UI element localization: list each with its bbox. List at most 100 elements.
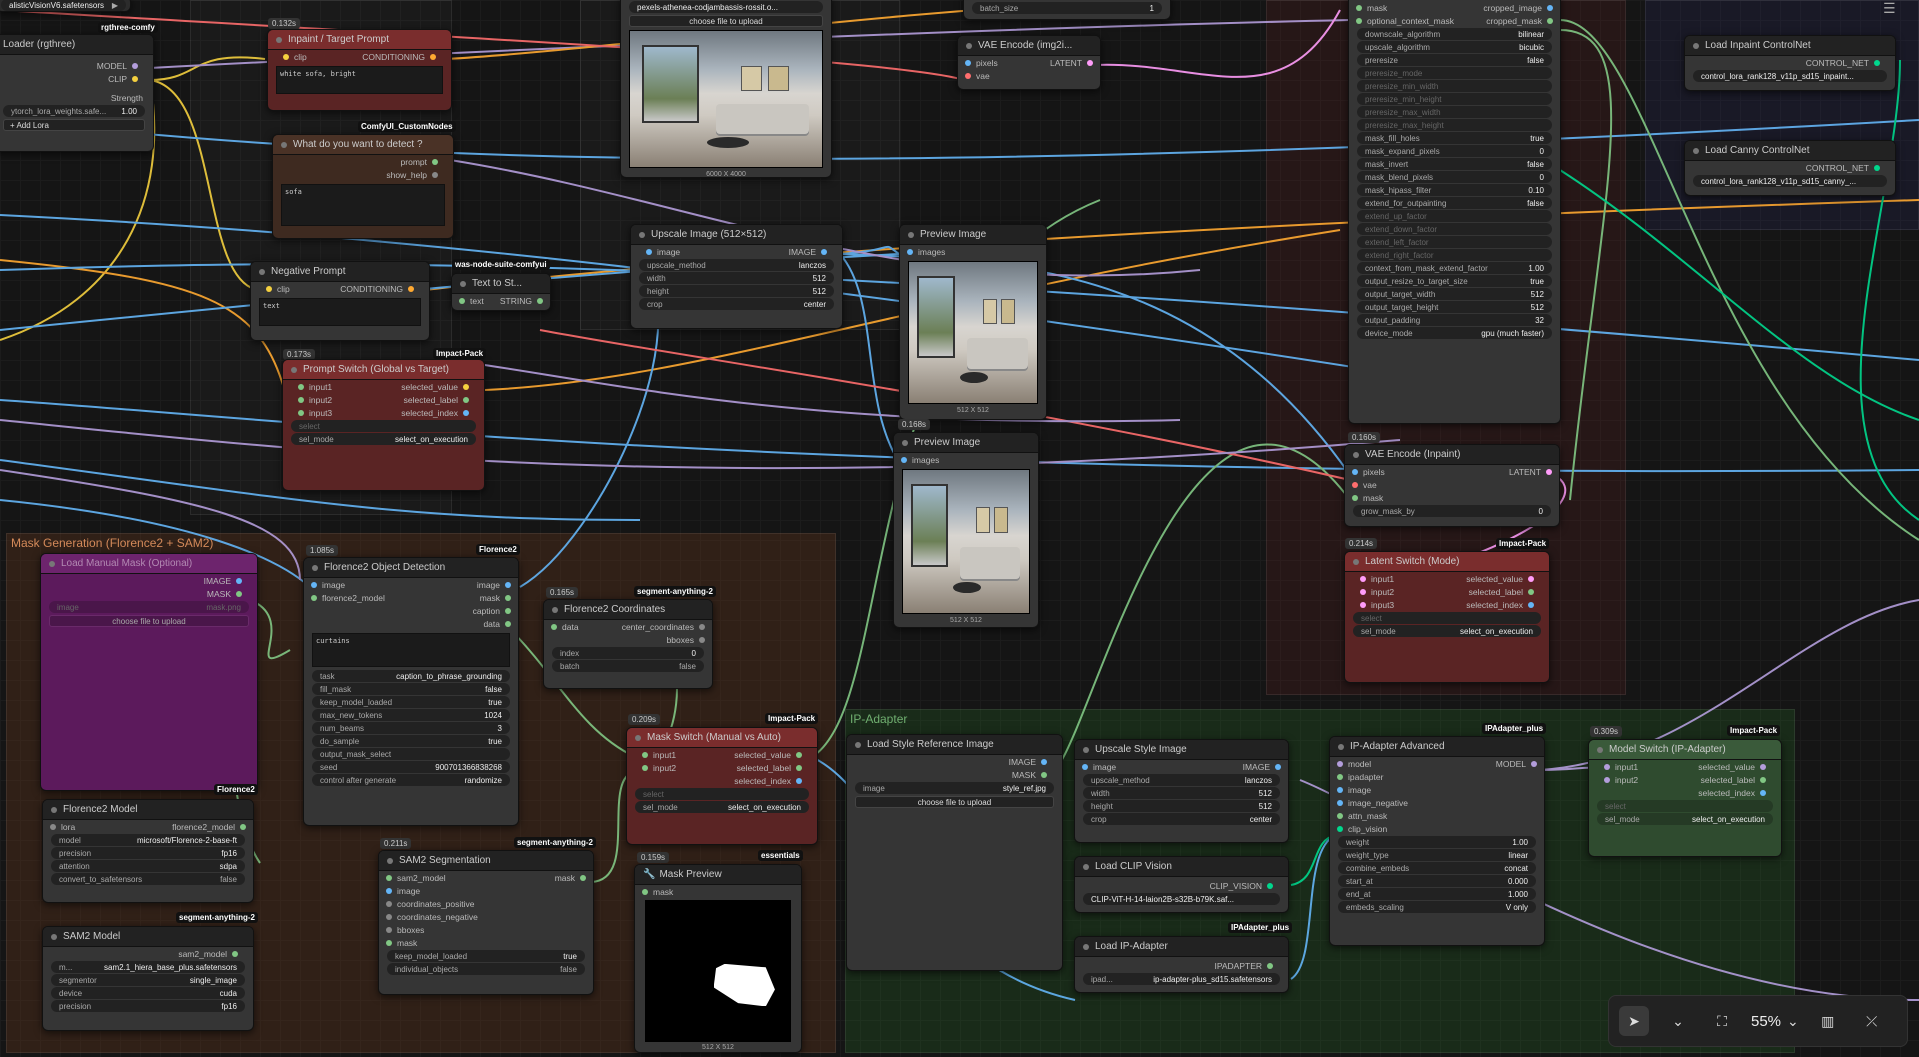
output-socket[interactable] [505, 620, 511, 627]
index-widget[interactable]: index 0 [552, 647, 704, 659]
florence2-model-node[interactable]: Florence2 Model lora florence2_model mode… [42, 799, 254, 903]
input-socket[interactable] [386, 939, 392, 946]
widget-control-after-generate[interactable]: control after generate randomize [312, 774, 510, 786]
node-title[interactable]: Loader (rgthree) [0, 35, 153, 55]
node-title[interactable]: Load Canny ControlNet [1685, 141, 1895, 161]
widget-combine-embeds[interactable]: combine_embeds concat [1338, 862, 1536, 874]
load-clip-vision-node[interactable]: Load CLIP Vision CLIP_VISION CLIP-ViT-H-… [1074, 856, 1289, 913]
widget-weight-type[interactable]: weight_type linear [1338, 849, 1536, 861]
canny-controlnet-node[interactable]: Load Canny ControlNet CONTROL_NET contro… [1684, 140, 1896, 196]
widget-seed[interactable]: seed 900701366838268 [312, 761, 510, 773]
widget-mask-hipass-filter[interactable]: mask_hipass_filter 0.10 [1357, 184, 1552, 196]
batch-size-widget[interactable]: batch_size 1 [972, 2, 1162, 14]
load-manual-mask-node[interactable]: Load Manual Mask (Optional) IMAGE MASK i… [40, 553, 258, 791]
load-image-node[interactable]: pexels-athenea-codjambassis-rossit.o... … [620, 0, 832, 178]
sel-mode-widget[interactable]: sel_mode select_on_execution [635, 801, 809, 813]
output-socket[interactable] [699, 636, 705, 643]
checkpoint-widget[interactable]: alisticVisionV6.safetensors ▶ [0, 0, 131, 12]
widget-extend-right-factor[interactable]: extend_right_factor [1357, 249, 1552, 261]
node-title[interactable]: 🔧 Mask Preview [635, 865, 801, 885]
ipadapter-file-widget[interactable]: ipad... ip-adapter-plus_sd15.safetensors [1083, 973, 1280, 985]
preview-image-node-2[interactable]: Preview Image images 512 X 512 [893, 432, 1039, 628]
node-title[interactable]: What do you want to detect ? [273, 135, 453, 155]
widget-context-from-mask-extend-factor[interactable]: context_from_mask_extend_factor 1.00 [1357, 262, 1552, 274]
prompt-switch-node[interactable]: Prompt Switch (Global vs Target) input1 s… [282, 359, 485, 491]
toggle-links-button[interactable]: ⤫ [1857, 1006, 1887, 1036]
model-widget[interactable]: m... sam2.1_hiera_base_plus.safetensors [51, 961, 245, 973]
node-title[interactable]: Load CLIP Vision [1075, 857, 1288, 877]
text-to-string-node[interactable]: Text to St... text STRING [451, 273, 551, 311]
select-widget[interactable]: select [1597, 800, 1773, 812]
select-widget[interactable]: select [291, 420, 476, 432]
node-title[interactable]: Prompt Switch (Global vs Target) [283, 360, 484, 380]
output-socket[interactable] [796, 751, 802, 758]
vae-encode-inpaint-node[interactable]: VAE Encode (Inpaint) pixels LATENT vae ma… [1344, 444, 1560, 527]
output-socket[interactable] [796, 764, 802, 771]
output-socket[interactable] [463, 383, 469, 390]
input-socket[interactable] [386, 913, 392, 920]
upscale-style-image-node[interactable]: Upscale Style Image image IMAGE upscale_m… [1074, 739, 1289, 843]
output-socket[interactable] [132, 75, 138, 82]
sel-mode-widget[interactable]: sel_mode select_on_execution [1597, 813, 1773, 825]
output-socket[interactable] [1547, 17, 1553, 24]
detect-textarea[interactable]: sofa [281, 184, 445, 226]
widget-preresize-min-height[interactable]: preresize_min_height [1357, 93, 1552, 105]
input-socket[interactable] [1337, 760, 1343, 767]
input-socket[interactable] [907, 248, 913, 255]
node-title[interactable]: Florence2 Coordinates [544, 600, 712, 620]
load-style-reference-node[interactable]: Load Style Reference Image IMAGE MASK im… [846, 734, 1063, 971]
input-socket[interactable] [266, 285, 272, 292]
input-socket[interactable] [1360, 588, 1366, 595]
mask-switch-node[interactable]: Mask Switch (Manual vs Auto) input1 selec… [626, 727, 818, 845]
menu-icon[interactable]: ☰ [1883, 0, 1896, 17]
node-title[interactable]: Negative Prompt [251, 262, 429, 282]
widget-task[interactable]: task caption_to_phrase_grounding [312, 670, 510, 682]
latent-switch-node[interactable]: Latent Switch (Mode) input1 selected_valu… [1344, 551, 1550, 683]
output-socket[interactable] [463, 409, 469, 416]
sel-mode-widget[interactable]: sel_mode select_on_execution [1353, 625, 1541, 637]
batch-widget[interactable]: batch false [552, 660, 704, 672]
input-socket[interactable] [311, 581, 317, 588]
output-socket[interactable] [1275, 763, 1281, 770]
negative-prompt-node[interactable]: Negative Prompt clip CONDITIONING text [250, 261, 430, 341]
input-socket[interactable] [1337, 786, 1343, 793]
node-title[interactable]: Florence2 Model [43, 800, 253, 820]
node-title[interactable]: Inpaint / Target Prompt [268, 30, 451, 50]
output-socket[interactable] [232, 950, 238, 957]
input-socket[interactable] [642, 751, 648, 758]
vae-encode-node[interactable]: VAE Encode (img2i... pixels LATENT vae [957, 35, 1101, 90]
output-socket[interactable] [1760, 789, 1766, 796]
input-socket[interactable] [1356, 17, 1362, 24]
widget-output-target-height[interactable]: output_target_height 512 [1357, 301, 1552, 313]
widget-preresize-mode[interactable]: preresize_mode [1357, 67, 1552, 79]
widget-num-beams[interactable]: num_beams 3 [312, 722, 510, 734]
input-socket[interactable] [1604, 776, 1610, 783]
tool-dropdown-button[interactable]: ⌄ [1663, 1006, 1693, 1036]
controlnet-name-widget[interactable]: control_lora_rank128_v11p_sd15_inpaint..… [1693, 70, 1887, 82]
prompt-textarea[interactable]: white sofa, bright [276, 66, 443, 94]
height-widget[interactable]: height 512 [639, 285, 834, 297]
node-title[interactable]: Preview Image [894, 433, 1038, 453]
image-widget[interactable]: image mask.png [49, 601, 249, 613]
input-socket[interactable] [1352, 468, 1358, 475]
output-socket[interactable] [240, 823, 246, 830]
upload-button[interactable]: choose file to upload [629, 15, 823, 27]
output-socket[interactable] [699, 623, 705, 630]
widget-extend-down-factor[interactable]: extend_down_factor [1357, 223, 1552, 235]
widget-preresize-max-height[interactable]: preresize_max_height [1357, 119, 1552, 131]
input-socket[interactable] [1360, 601, 1366, 608]
output-socket[interactable] [236, 577, 242, 584]
node-title[interactable]: Text to St... [452, 274, 550, 294]
input-socket[interactable] [386, 900, 392, 907]
select-tool-button[interactable]: ➤ [1619, 1006, 1649, 1036]
inpaint-controlnet-node[interactable]: Load Inpaint ControlNet CONTROL_NET cont… [1684, 35, 1896, 91]
widget-keep-model-loaded[interactable]: keep_model_loaded true [312, 696, 510, 708]
select-widget[interactable]: select [635, 788, 809, 800]
widget-weight[interactable]: weight 1.00 [1338, 836, 1536, 848]
widget-max-new-tokens[interactable]: max_new_tokens 1024 [312, 709, 510, 721]
sel-mode-widget[interactable]: sel_mode select_on_execution [291, 433, 476, 445]
minimap-button[interactable]: ▥ [1813, 1006, 1843, 1036]
input-socket[interactable] [642, 764, 648, 771]
output-socket[interactable] [537, 297, 543, 304]
attention-widget[interactable]: attention sdpa [51, 860, 245, 872]
